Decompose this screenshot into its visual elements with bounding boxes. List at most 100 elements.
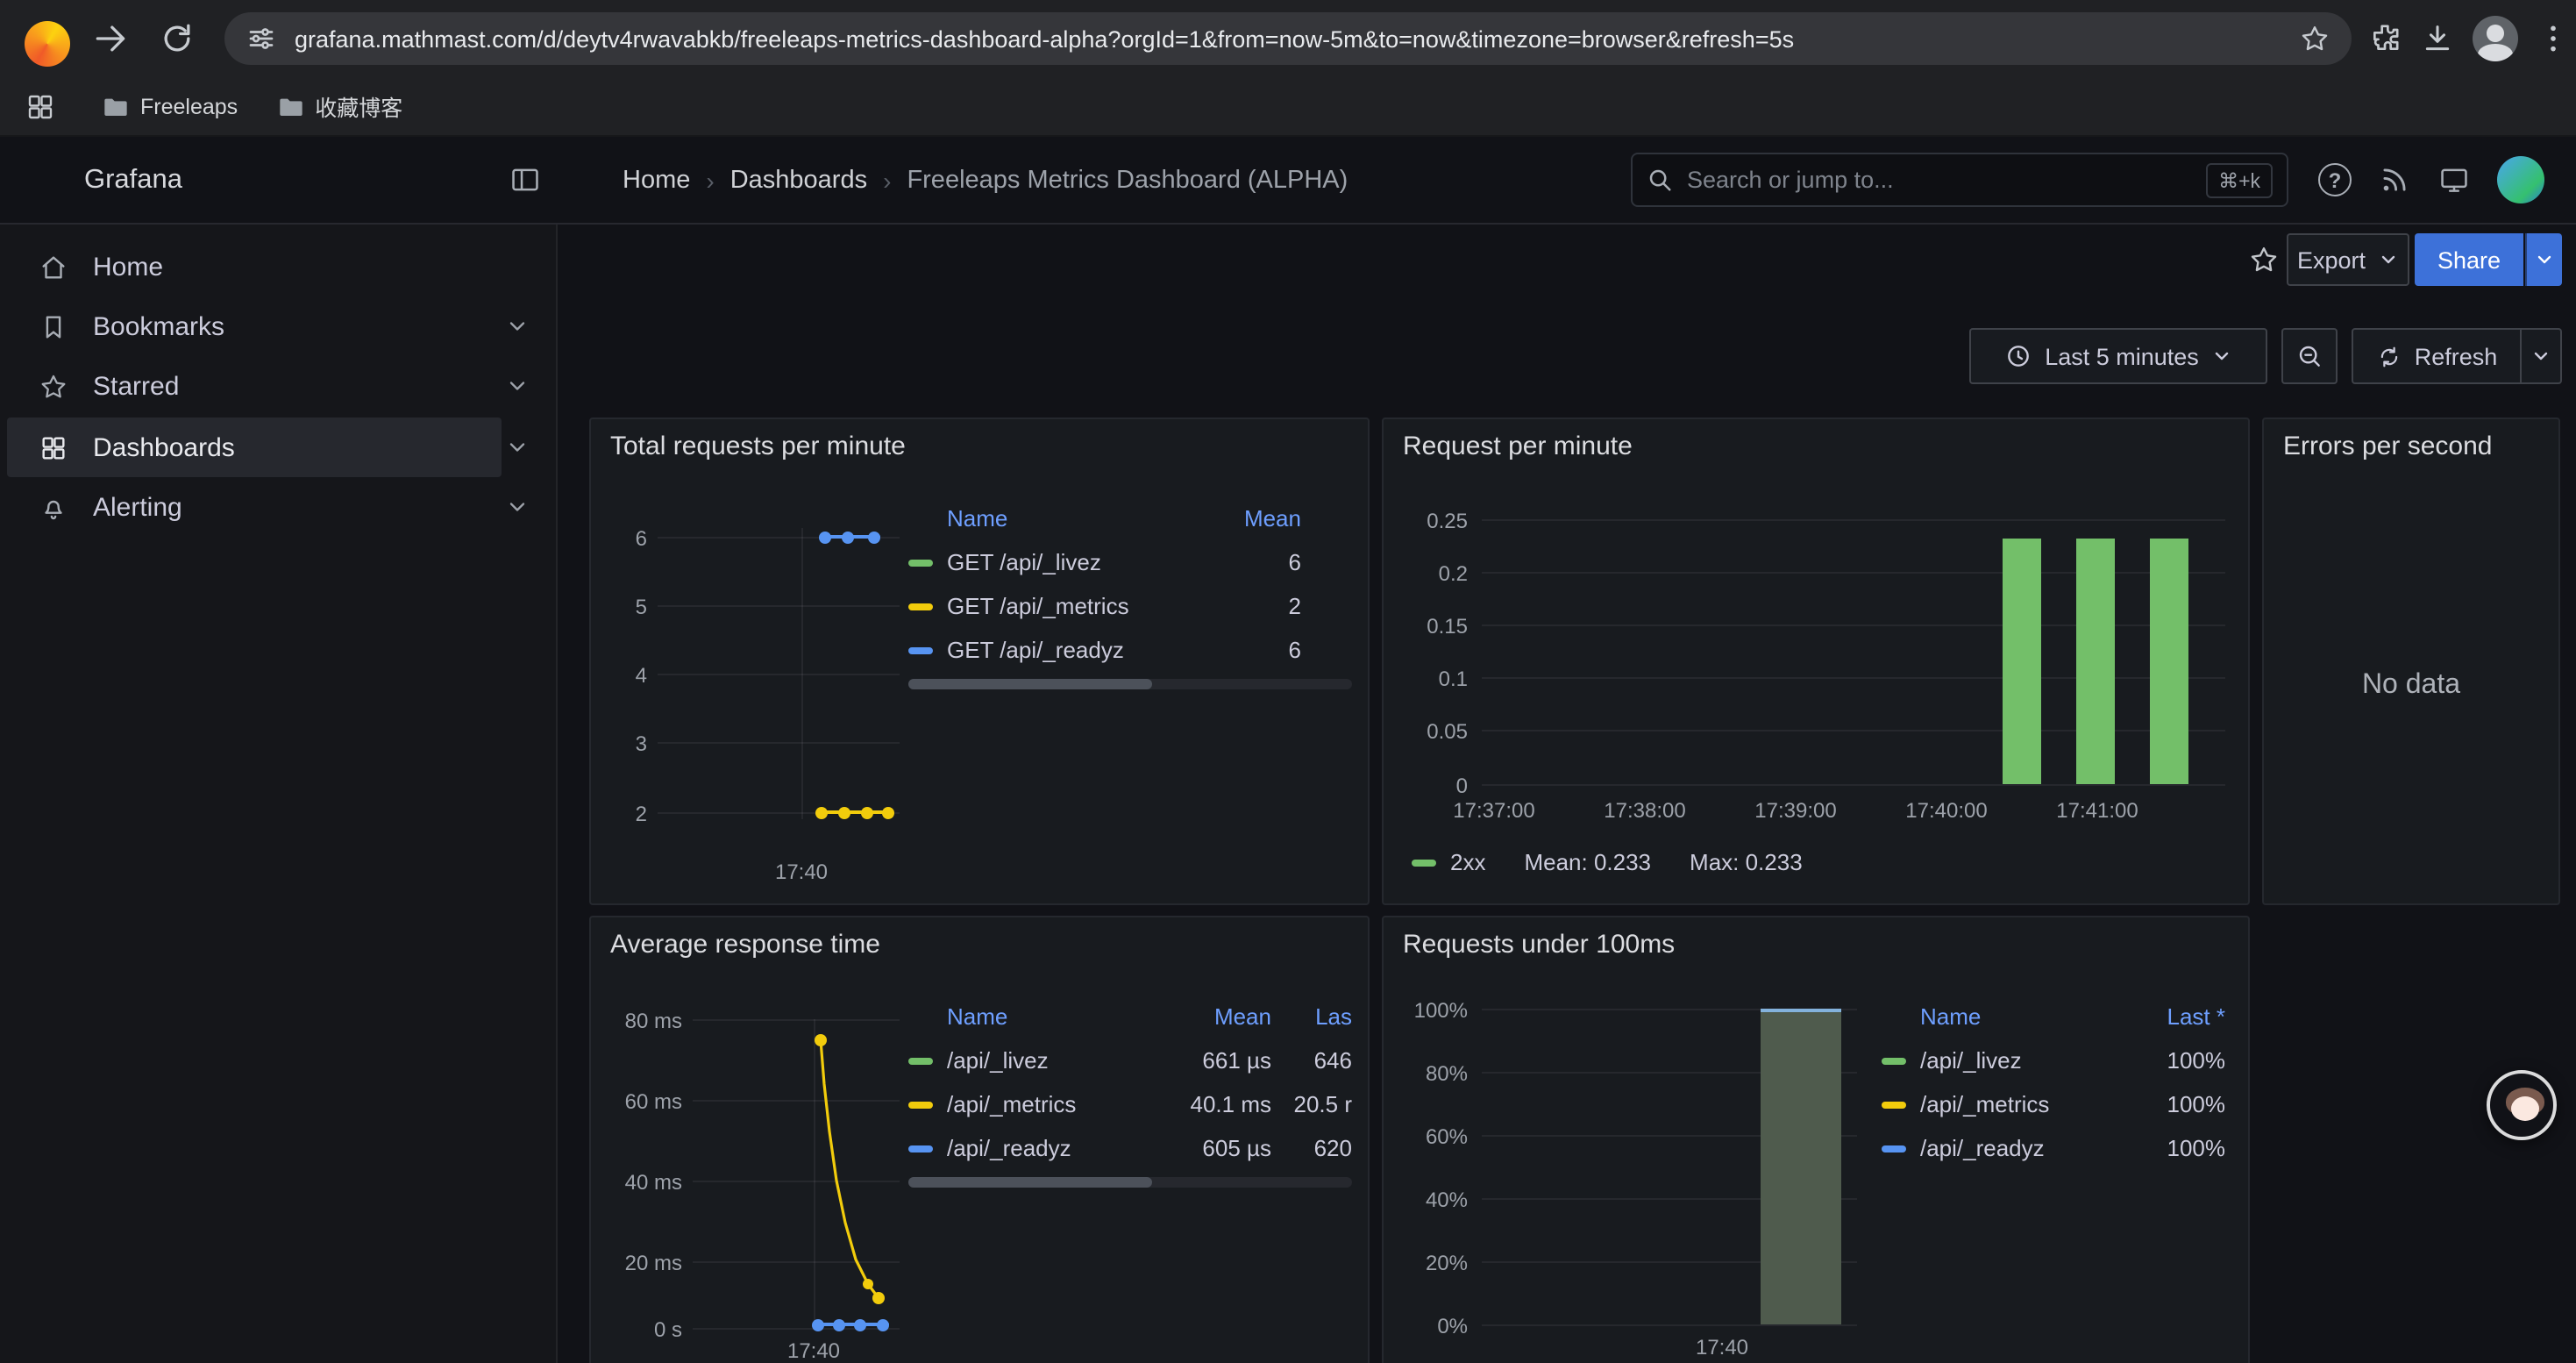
legend-name[interactable]: /api/_livez [947,1047,1159,1074]
bookmark-folder-blogs[interactable]: 收藏博客 [262,83,416,129]
bar-2xx [2150,539,2188,784]
floating-assistant-avatar[interactable] [2487,1070,2557,1140]
sidebar-item-dashboards[interactable]: Dashboards [7,417,502,477]
panel-title[interactable]: Total requests per minute [610,432,906,461]
legend-name[interactable]: /api/_livez [1920,1047,2120,1074]
panel-errors-per-second: Errors per second No data [2262,417,2560,905]
y-tick: 5 [605,595,647,619]
legend-header-mean[interactable]: Mean [1159,1003,1271,1029]
chevron-down-icon[interactable] [505,495,530,519]
sidebar-item-label: Alerting [93,492,182,522]
sidebar-toggle-icon[interactable] [509,163,542,196]
legend-value: 646 [1271,1047,1352,1074]
breadcrumb-current: Freeleaps Metrics Dashboard (ALPHA) [907,167,1348,195]
legend-header-mean[interactable]: Mean [1244,504,1301,531]
bookmark-star-icon[interactable] [2299,23,2330,54]
time-range-picker[interactable]: Last 5 minutes [1969,328,2267,384]
bookmark-folder-freeleaps[interactable]: Freeleaps [88,83,252,129]
chevron-down-icon[interactable] [505,314,530,339]
url-text[interactable]: grafana.mathmast.com/d/deytv4rwavabkb/fr… [295,25,2299,52]
share-dropdown-button[interactable] [2525,233,2562,286]
legend-name[interactable]: GET /api/_livez [947,549,1101,575]
legend-name[interactable]: GET /api/_readyz [947,637,1124,663]
series-point [819,532,831,544]
search-box[interactable]: ⌘+k [1631,153,2288,207]
series-swatch [908,559,933,566]
y-tick: 0.2 [1398,561,1468,586]
panel-title[interactable]: Requests under 100ms [1403,930,1675,960]
sidebar-item-alerting[interactable]: Alerting [7,477,502,537]
series-point [861,807,873,819]
breadcrumb-dashboards[interactable]: Dashboards [730,167,867,195]
legend-row: /api/_livez 100% [1882,1038,2225,1082]
legend-name[interactable]: /api/_readyz [1920,1135,2120,1161]
legend-header-last[interactable]: Las [1271,1003,1352,1029]
y-tick: 2 [605,802,647,826]
y-tick: 80% [1398,1061,1468,1086]
legend-max: Max: 0.233 [1690,849,1803,875]
browser-toolbar: grafana.mathmast.com/d/deytv4rwavabkb/fr… [0,0,2576,77]
legend-scrollbar[interactable] [908,679,1352,689]
sidebar-item-starred[interactable]: Starred [7,356,502,416]
legend-name[interactable]: /api/_metrics [1920,1091,2120,1117]
y-tick: 0.15 [1398,614,1468,639]
search-input[interactable] [1687,167,2206,193]
rss-icon[interactable] [2378,163,2411,196]
site-info-icon[interactable] [246,23,277,54]
legend-row: GET /api/_readyz 6 [908,628,1301,672]
share-button[interactable]: Share [2415,233,2523,286]
sidebar-item-bookmarks[interactable]: Bookmarks [7,296,502,356]
reload-icon[interactable] [158,19,196,58]
zoom-out-button[interactable] [2281,328,2338,384]
legend-header-name[interactable]: Name [947,1003,1159,1029]
legend-name[interactable]: 2xx [1450,849,1485,875]
panel-title[interactable]: Errors per second [2283,432,2492,461]
browser-menu-icon[interactable] [2536,21,2571,56]
apps-grid-icon[interactable] [25,90,56,122]
no-data-message: No data [2264,670,2558,702]
panel-title[interactable]: Request per minute [1403,432,1633,461]
grafana-profile-avatar[interactable] [2497,156,2544,203]
legend-scrollbar[interactable] [908,1177,1352,1188]
scrollbar-thumb[interactable] [908,1177,1152,1188]
monitor-icon[interactable] [2437,163,2471,196]
x-tick: 17:40 [1683,1335,1761,1359]
favorite-star-icon[interactable] [2248,244,2280,275]
scrollbar-thumb[interactable] [908,679,1152,689]
url-bar[interactable]: grafana.mathmast.com/d/deytv4rwavabkb/fr… [224,12,2352,65]
breadcrumb-home[interactable]: Home [623,167,690,195]
legend-row: /api/_livez 661 µs 646 [908,1038,1352,1082]
browser-profile-avatar[interactable] [2473,16,2518,61]
chevron-down-icon[interactable] [505,374,530,398]
legend-header-name[interactable]: Name [1920,1003,2120,1029]
legend-name[interactable]: GET /api/_metrics [947,593,1129,619]
sidebar-item-home[interactable]: Home [7,237,502,296]
chevron-down-icon [2378,249,2399,270]
forward-icon[interactable] [91,19,130,58]
gridline [1482,519,2225,521]
y-tick: 0.1 [1398,667,1468,691]
legend-row: 2xx Mean: 0.233 Max: 0.233 [1412,849,1803,875]
refresh-interval-dropdown[interactable] [2522,328,2562,384]
y-tick: 40% [1398,1188,1468,1212]
gridline [658,605,900,607]
legend-name[interactable]: /api/_metrics [947,1091,1159,1117]
y-tick: 100% [1398,998,1468,1023]
help-icon[interactable]: ? [2318,163,2352,196]
legend-value: 100% [2120,1091,2225,1117]
refresh-button[interactable]: Refresh [2352,328,2522,384]
x-tick: 17:40 [775,1338,852,1363]
export-button[interactable]: Export [2287,233,2409,286]
grafana-logo[interactable] [25,21,70,67]
legend-name[interactable]: /api/_readyz [947,1135,1159,1161]
legend-header-name[interactable]: Name [947,504,1007,531]
series-swatch [908,603,933,610]
sidebar-item-label: Dashboards [93,432,235,462]
panel-requests-under-100ms: Requests under 100ms 100% 80% 60% 40% 20… [1382,916,2250,1363]
chevron-down-icon[interactable] [505,435,530,460]
download-icon[interactable] [2420,21,2455,56]
sidebar-item-label: Starred [93,371,179,401]
extensions-icon[interactable] [2367,21,2402,56]
legend-value: 100% [2120,1135,2225,1161]
legend-header-last[interactable]: Last * [2120,1003,2225,1029]
